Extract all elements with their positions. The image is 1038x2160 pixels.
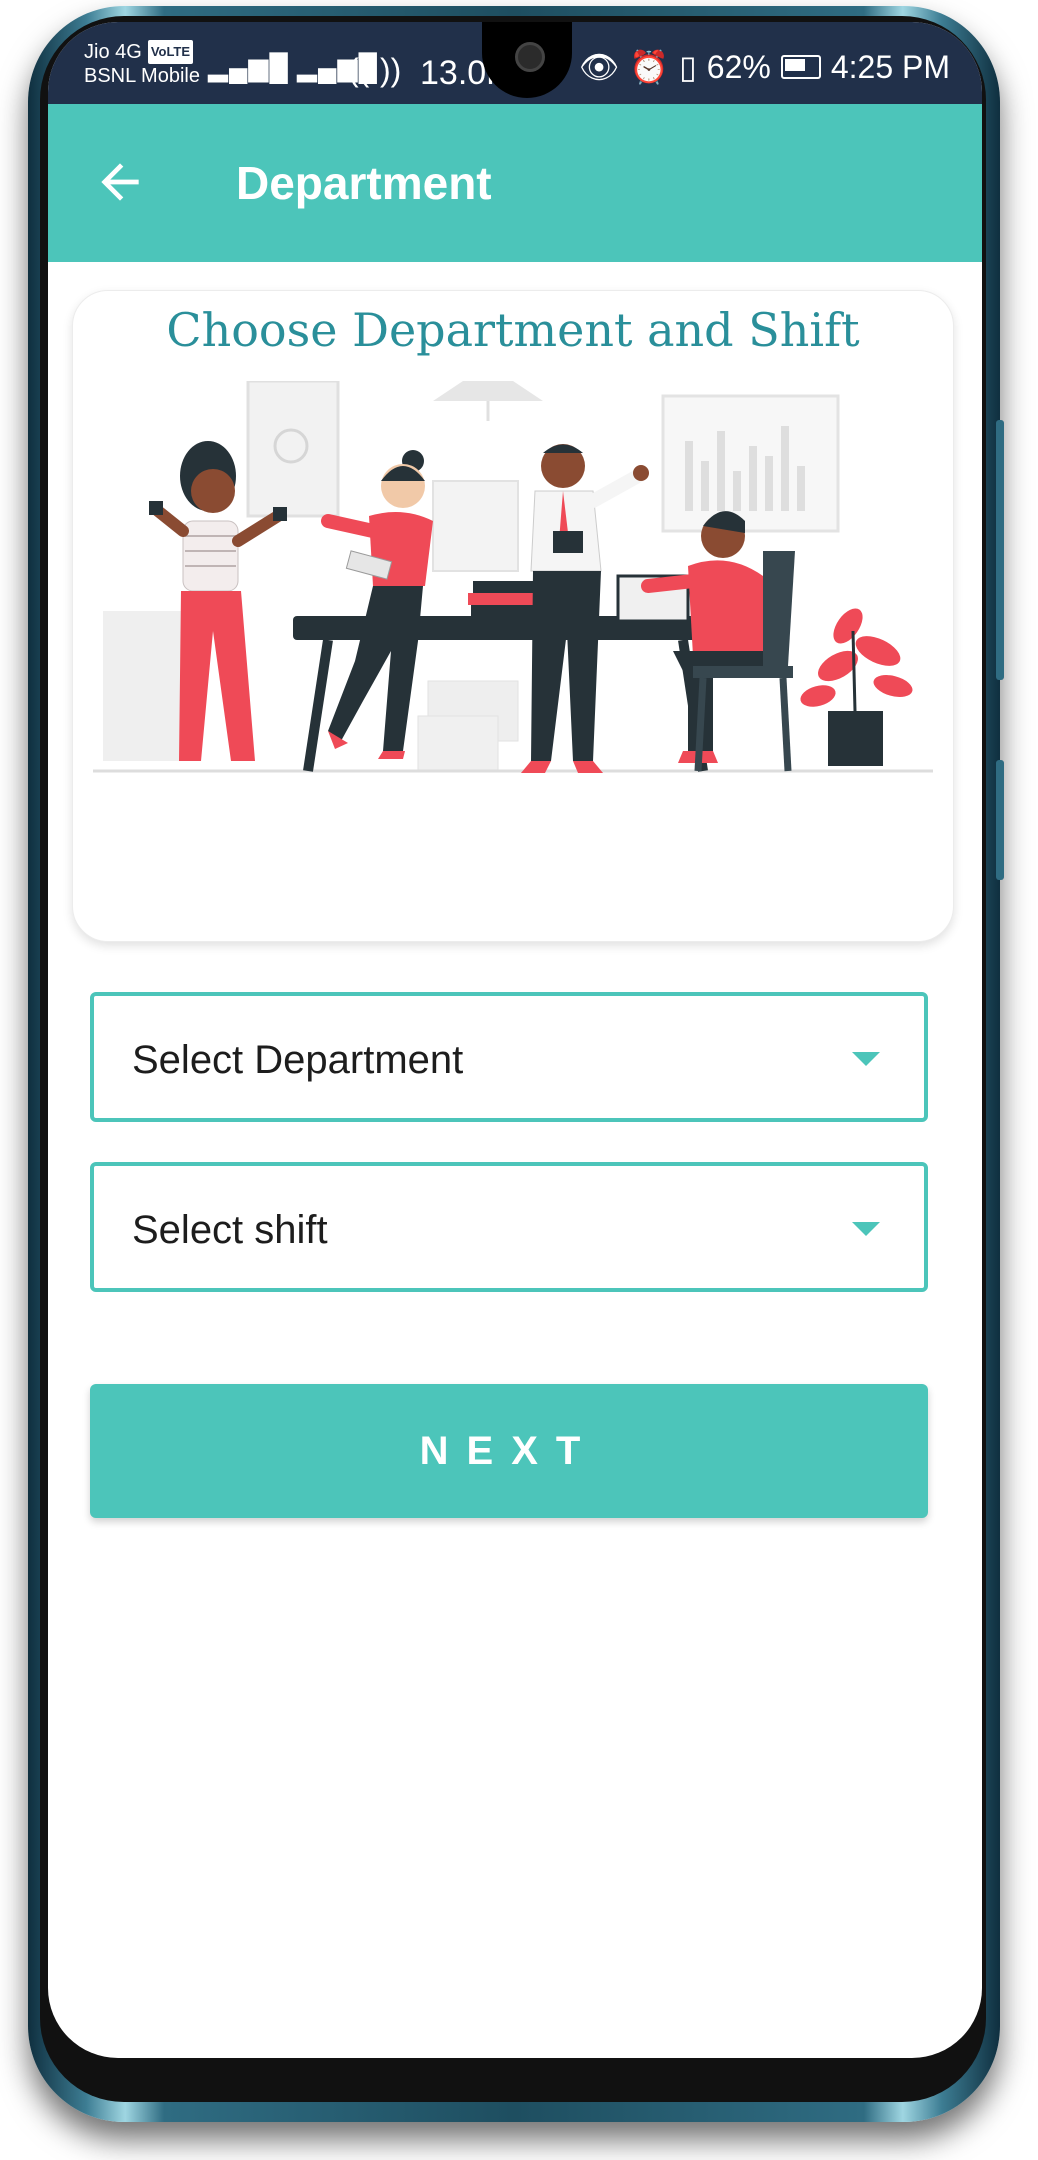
shift-dropdown-label: Select shift [132,1208,328,1252]
department-dropdown-label: Select Department [132,1038,464,1082]
card-title: Choose Department and Shift [166,303,860,357]
phone-side-button-power [996,420,1004,680]
next-button[interactable]: NEXT [90,1384,928,1518]
hotspot-icon: ((·)) [348,52,402,88]
app-bar: Department [48,104,982,262]
volte-badge: VoLTE [147,40,194,64]
chevron-down-icon [852,1052,880,1066]
screen: Jio 4G VoLTE BSNL Mobile ▂▄▆█ ▂▄▆█ ((·))… [48,22,982,2058]
status-bar: Jio 4G VoLTE BSNL Mobile ▂▄▆█ ▂▄▆█ ((·))… [48,22,982,104]
eye-icon: 👁 [578,49,620,85]
chevron-down-icon [852,1222,880,1236]
battery-percent: 62% [706,48,771,85]
battery-icon [780,55,821,79]
phone-side-button-volume [996,760,1004,880]
arrow-left-icon[interactable] [92,154,148,210]
office-team-illustration [93,381,933,773]
alarm-icon: ⏰ [629,49,670,85]
vibrate-icon: ▯ [679,49,697,85]
carrier-jio: Jio 4G [84,41,142,63]
carrier-bsnl: BSNL Mobile [84,65,200,87]
front-camera-icon [515,42,545,72]
carrier-info: Jio 4G VoLTE BSNL Mobile [84,40,200,88]
header-card: Choose Department and Shift [72,290,954,942]
page-title: Department [236,157,492,209]
shift-dropdown[interactable]: Select shift [90,1162,928,1292]
department-dropdown[interactable]: Select Department [90,992,928,1122]
clock-time: 4:25 PM [830,48,950,85]
status-icons: 👁 ⏰ ▯ 62% 4:25 PM [579,48,950,86]
